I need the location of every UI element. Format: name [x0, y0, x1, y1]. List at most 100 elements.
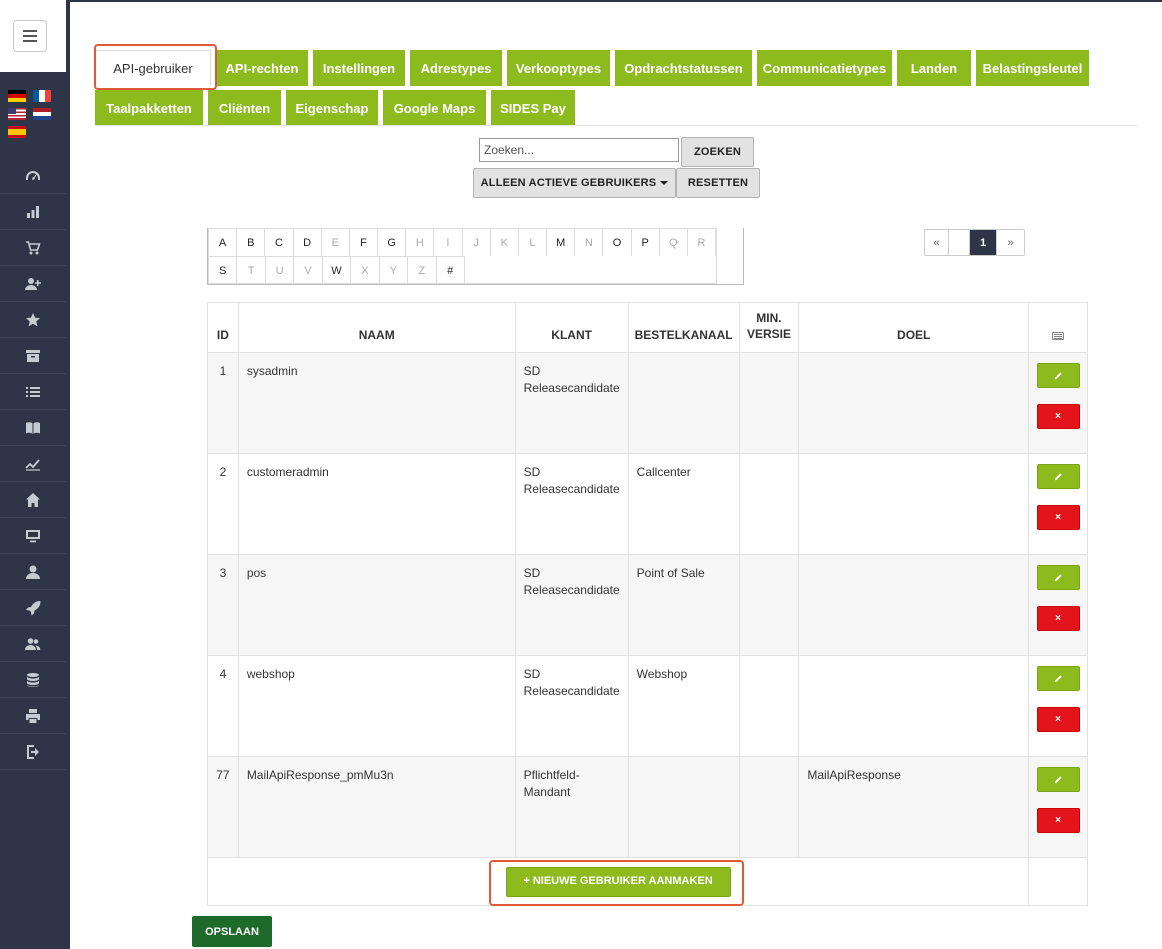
cell-min-versie [738, 352, 800, 454]
cell-doel [798, 655, 1030, 757]
tab-communicatietypes[interactable]: Communicatietypes [757, 50, 892, 86]
sidebar-item-list[interactable] [0, 374, 66, 410]
fr-flag-icon[interactable] [33, 90, 51, 102]
delete-button[interactable]: × [1036, 404, 1080, 429]
pagination-prev[interactable]: « [925, 230, 949, 255]
header-min-versie-line2: VERSIE [746, 327, 791, 341]
sidebar-item-dashboard[interactable] [0, 158, 66, 194]
sidebar-item-print[interactable] [0, 698, 66, 734]
cell-actions: × [1028, 756, 1088, 858]
tab-api-gebruiker[interactable]: API-gebruiker [95, 50, 211, 86]
caret-down-icon [660, 181, 669, 185]
delete-button[interactable]: × [1036, 808, 1080, 833]
sidebar-item-users[interactable] [0, 626, 66, 662]
sidebar-item-home[interactable] [0, 482, 66, 518]
alphabet-letter-d[interactable]: D [294, 229, 322, 256]
us-flag-icon[interactable] [8, 108, 26, 120]
alphabet-letter-m[interactable]: M [547, 229, 576, 256]
nl-flag-icon[interactable] [33, 108, 51, 120]
edit-button[interactable] [1036, 565, 1080, 590]
cell-naam: pos [237, 554, 516, 656]
sidebar-item-favorites[interactable] [0, 302, 66, 338]
alphabet-letter-e[interactable]: E [322, 229, 350, 256]
alphabet-letter-k[interactable]: K [491, 229, 519, 256]
new-user-button[interactable]: + NIEUWE GEBRUIKER AANMAKEN [505, 866, 731, 897]
sidebar-item-stats[interactable] [0, 194, 66, 230]
tab-belastingsleutel[interactable]: Belastingsleutel [976, 50, 1089, 86]
table-row: 1 sysadmin SD Releasecandidate × [207, 352, 1088, 454]
cell-min-versie [738, 756, 800, 858]
delete-button[interactable]: × [1036, 606, 1080, 631]
alphabet-letter-j[interactable]: J [463, 229, 491, 256]
alphabet-letter-q[interactable]: Q [660, 229, 688, 256]
alphabet-letter-z[interactable]: Z [408, 257, 437, 284]
alphabet-letter-o[interactable]: O [603, 229, 632, 256]
alphabet-letter-h[interactable]: H [406, 229, 435, 256]
tab-row-1: API-gebruiker API-rechten Instellingen A… [95, 50, 1137, 86]
delete-button[interactable]: × [1036, 707, 1080, 732]
tab-api-rechten[interactable]: API-rechten [216, 50, 308, 86]
tab-google-maps[interactable]: Google Maps [383, 90, 486, 126]
alphabet-letter-n[interactable]: N [575, 229, 604, 256]
tab-instellingen[interactable]: Instellingen [313, 50, 405, 86]
alphabet-letter-b[interactable]: B [237, 229, 266, 256]
alphabet-letter-i[interactable]: I [434, 229, 463, 256]
alphabet-letter-x[interactable]: X [351, 257, 380, 284]
tab-adrestypes[interactable]: Adrestypes [410, 50, 502, 86]
hamburger-icon[interactable] [13, 20, 47, 52]
tab-taalpakketten[interactable]: Taalpakketten [95, 90, 203, 126]
sidebar-item-add-user[interactable] [0, 266, 66, 302]
sidebar-item-archive[interactable] [0, 338, 66, 374]
alphabet-letter-l[interactable]: L [519, 229, 548, 256]
alphabet-letter-w[interactable]: W [323, 257, 352, 284]
tab-sides-pay[interactable]: SIDES Pay [491, 90, 575, 126]
pagination-next[interactable]: » [997, 230, 1024, 255]
alphabet-letter-t[interactable]: T [237, 257, 266, 284]
sidebar-item-user[interactable] [0, 554, 66, 590]
table-footer-row: + NIEUWE GEBRUIKER AANMAKEN [206, 857, 1088, 906]
tab-eigenschap[interactable]: Eigenschap [286, 90, 378, 126]
alphabet-letter-c[interactable]: C [265, 229, 294, 256]
tab-clienten[interactable]: Cliënten [208, 90, 281, 126]
table-row: 4 webshop SD Releasecandidate Webshop × [207, 655, 1088, 757]
sidebar-item-logout[interactable] [0, 734, 66, 770]
edit-button[interactable] [1036, 464, 1080, 489]
tab-opdrachtstatussen[interactable]: Opdrachtstatussen [615, 50, 752, 86]
search-input[interactable] [479, 138, 679, 162]
es-flag-icon[interactable] [8, 126, 26, 138]
alphabet-letter-g[interactable]: G [378, 229, 407, 256]
cell-bestelkanaal: Point of Sale [627, 554, 740, 656]
sidebar-item-database[interactable] [0, 662, 66, 698]
alphabet-letter-y[interactable]: Y [380, 257, 409, 284]
sidebar-item-trends[interactable] [0, 446, 66, 482]
sidebar-item-launch[interactable] [0, 590, 66, 626]
sidebar-item-cart[interactable] [0, 230, 66, 266]
user-icon [26, 565, 40, 579]
edit-button[interactable] [1036, 363, 1080, 388]
delete-label: × [1055, 410, 1061, 422]
alphabet-letter-p[interactable]: P [632, 229, 660, 256]
alphabet-letter-a[interactable]: A [209, 229, 238, 256]
active-users-filter-dropdown[interactable]: ALLEEN ACTIEVE GEBRUIKERS [473, 168, 676, 198]
header-bestelkanaal: BESTELKANAAL [627, 302, 740, 353]
alphabet-letter-s[interactable]: S [209, 257, 238, 284]
alphabet-letter-f[interactable]: F [350, 229, 379, 256]
pagination-page-current[interactable]: 1 [970, 230, 997, 255]
delete-button[interactable]: × [1036, 505, 1080, 530]
edit-button[interactable] [1036, 666, 1080, 691]
alphabet-letter-r[interactable]: R [688, 229, 717, 256]
sidebar-item-display[interactable] [0, 518, 66, 554]
tab-landen[interactable]: Landen [897, 50, 971, 86]
tab-verkooptypes[interactable]: Verkooptypes [507, 50, 610, 86]
search-button[interactable]: ZOEKEN [681, 137, 754, 167]
alphabet-letter-hash[interactable]: # [437, 257, 465, 284]
save-button[interactable]: OPSLAAN [192, 916, 272, 947]
reset-button[interactable]: RESETTEN [676, 168, 760, 198]
edit-button[interactable] [1036, 767, 1080, 792]
menu-block [0, 0, 66, 72]
alphabet-letter-u[interactable]: U [266, 257, 295, 284]
sidebar-item-catalog[interactable] [0, 410, 66, 446]
alphabet-letter-v[interactable]: V [294, 257, 323, 284]
de-flag-icon[interactable] [8, 90, 26, 102]
tab-bar: API-gebruiker API-rechten Instellingen A… [95, 50, 1137, 130]
